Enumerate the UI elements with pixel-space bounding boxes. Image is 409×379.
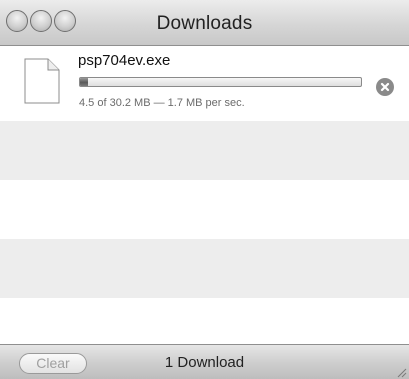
resize-grip-icon[interactable] — [395, 365, 407, 378]
bottom-bar: Clear 1 Download — [0, 344, 409, 379]
window-title: Downloads — [156, 13, 253, 34]
stop-download-button[interactable] — [376, 78, 394, 96]
download-status: 4.5 of 30.2 MB — 1.7 MB per sec. — [79, 97, 245, 109]
list-row-empty — [0, 121, 409, 180]
list-row-empty — [0, 180, 409, 239]
list-row-empty — [0, 298, 409, 344]
list-row-empty — [0, 239, 409, 298]
download-count: 1 Download — [164, 354, 245, 371]
title-bar[interactable]: Downloads — [0, 0, 409, 46]
document-icon — [24, 58, 60, 104]
download-item[interactable]: psp704ev.exe 4.5 of 30.2 MB — 1.7 MB per… — [0, 46, 409, 121]
downloads-list: psp704ev.exe 4.5 of 30.2 MB — 1.7 MB per… — [0, 46, 409, 344]
progress-fill — [80, 78, 89, 86]
stop-x-icon — [380, 82, 390, 92]
downloads-window: Downloads psp704ev.exe 4.5 of 30.2 MB — … — [0, 0, 409, 379]
file-name: psp704ev.exe — [78, 52, 171, 69]
download-progress-bar — [79, 77, 362, 87]
